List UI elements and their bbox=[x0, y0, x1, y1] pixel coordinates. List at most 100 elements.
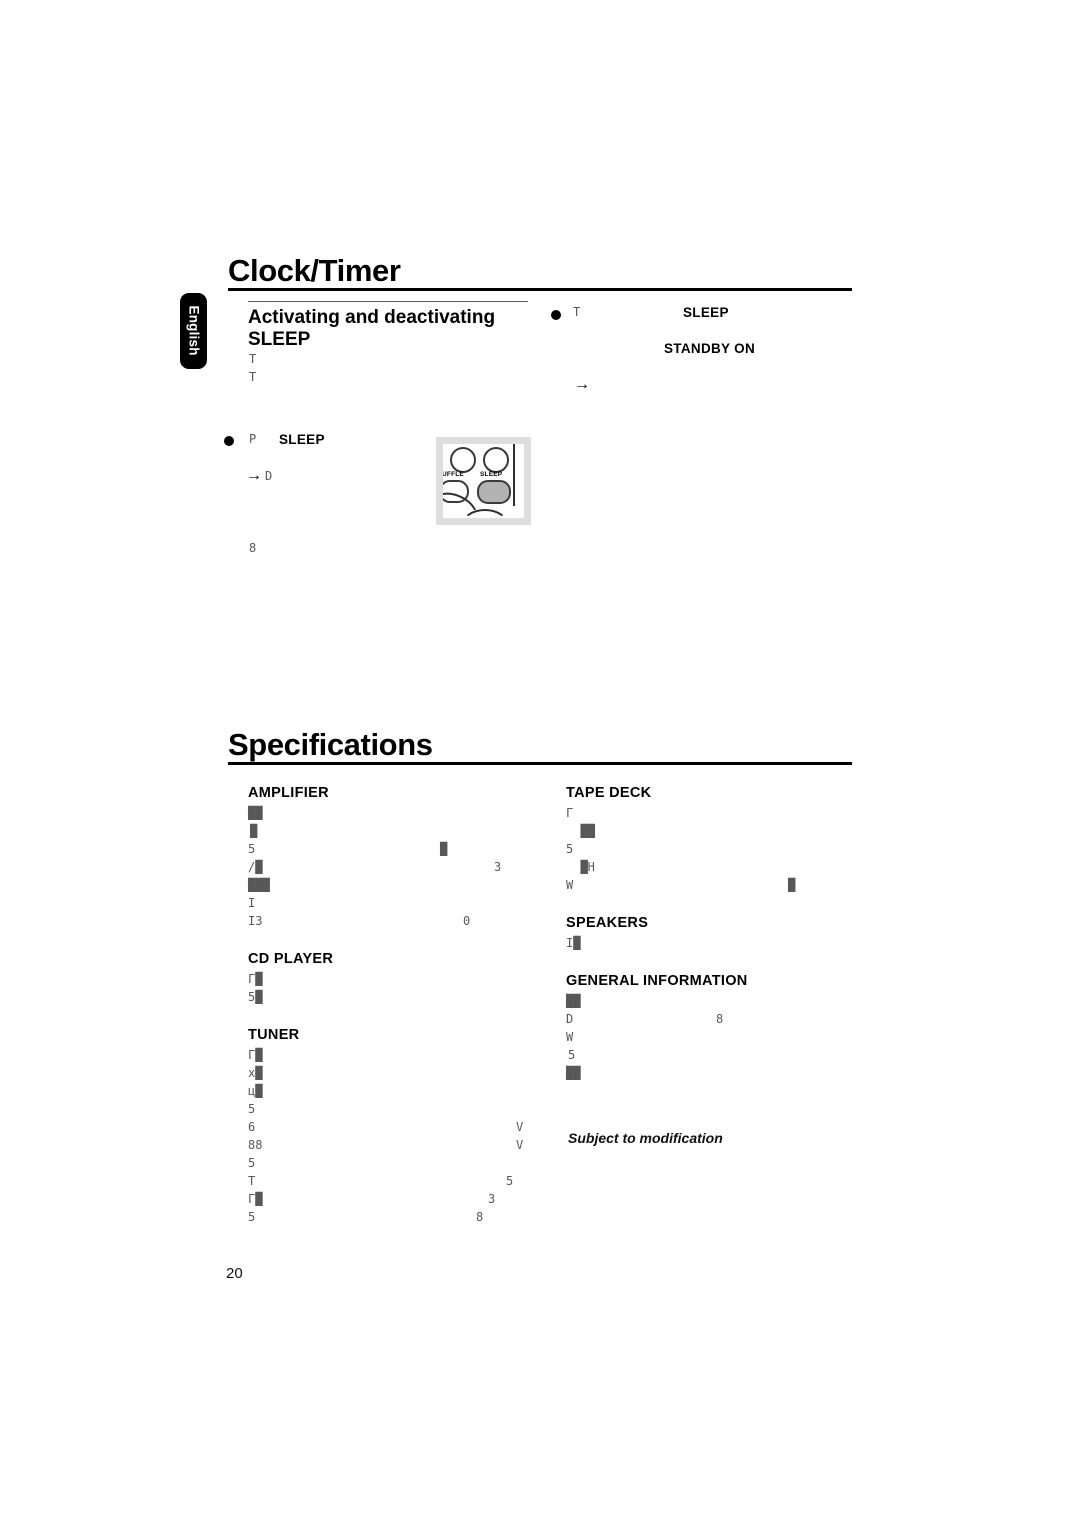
remote-label-sleep: SLEEP bbox=[480, 471, 503, 478]
label-standby-on: STANDBY ON bbox=[664, 341, 756, 356]
spec-cell-left: /█ bbox=[248, 860, 263, 874]
body-fragment: T bbox=[249, 352, 257, 366]
spec-row: ██ bbox=[248, 807, 548, 825]
spec-heading-cd-player: CD PLAYER bbox=[248, 951, 334, 967]
spec-cell-left: х█ bbox=[248, 1066, 263, 1080]
spec-row: ц█ bbox=[248, 1085, 548, 1103]
spec-cell-right: █ bbox=[788, 878, 796, 892]
spec-cell-left: Г█ bbox=[248, 1048, 263, 1062]
section-heading-line-1: Activating and deactivating bbox=[248, 307, 496, 328]
remote-knob-right-icon bbox=[483, 447, 509, 473]
spec-row: █ bbox=[248, 825, 548, 843]
spec-cell-left: ██ bbox=[248, 806, 263, 820]
remote-edge-line bbox=[513, 444, 515, 506]
spec-cell-left: 5 bbox=[248, 1210, 256, 1224]
spec-row: Г bbox=[566, 807, 856, 825]
spec-cell-mid: 8 bbox=[716, 1012, 724, 1026]
spec-cell-left: ██ bbox=[566, 994, 581, 1008]
spec-heading-amplifier: AMPLIFIER bbox=[248, 785, 329, 801]
spec-row: T 5 bbox=[248, 1175, 548, 1193]
spec-heading-tuner: TUNER bbox=[248, 1027, 300, 1043]
spec-rows-speakers: I█ bbox=[566, 937, 856, 955]
spec-cell-right: V bbox=[516, 1138, 524, 1152]
arrow-icon: → bbox=[246, 467, 262, 484]
spec-cell-left: 5 bbox=[248, 1156, 256, 1170]
page-number: 20 bbox=[226, 1265, 243, 1282]
spec-cell-left: W bbox=[566, 878, 574, 892]
spec-cell-left: W bbox=[566, 1030, 574, 1044]
spec-cell-left: ██ bbox=[566, 1066, 581, 1080]
footnote-subject-to-modification: Subject to modification bbox=[568, 1130, 723, 1146]
spec-cell-left: ███ bbox=[248, 878, 270, 892]
spec-cell-left: 5 bbox=[566, 842, 574, 856]
spec-rows-tape-deck: Г ██ 5 █Η W █ bbox=[566, 807, 856, 897]
chapter-rule-clock-timer bbox=[228, 288, 852, 291]
spec-row: ███ bbox=[248, 879, 548, 897]
spec-row: 5█ bbox=[248, 991, 548, 1009]
chapter-rule-specifications bbox=[228, 762, 852, 765]
spec-rows-general-information: ██ D 8 W 5 ██ bbox=[566, 995, 856, 1085]
spec-cell-right: 3 bbox=[494, 860, 502, 874]
spec-row: 5 8 bbox=[248, 1211, 548, 1229]
spec-row: 6 V bbox=[248, 1121, 548, 1139]
remote-control-figure: UFFLE SLEEP bbox=[436, 437, 531, 525]
spec-row: 5 bbox=[248, 1157, 548, 1175]
spec-cell-left: 5 bbox=[248, 842, 256, 856]
bullet-label-sleep: SLEEP bbox=[279, 432, 325, 447]
chapter-title-clock-timer: Clock/Timer bbox=[228, 253, 401, 288]
body-fragment: 8 bbox=[249, 541, 257, 555]
body-fragment: T bbox=[249, 370, 257, 384]
spec-row: W bbox=[566, 1031, 856, 1049]
spec-cell-left: 5█ bbox=[248, 990, 263, 1004]
spec-cell-left: I█ bbox=[566, 936, 581, 950]
bullet-fragment: T bbox=[573, 305, 581, 319]
spec-rows-amplifier: ██ █ 5 █ /█ 3 ███ I I3 0 bbox=[248, 807, 548, 933]
spec-row: W █ bbox=[566, 879, 856, 897]
spec-rows-cd-player: Г█ 5█ bbox=[248, 973, 548, 1009]
spec-row: ██ bbox=[566, 1067, 856, 1085]
spec-rows-tuner: Г█ х█ ц█ 5 6 V 88 V 5 T 5 Г█ 3 5 8 bbox=[248, 1049, 548, 1229]
spec-cell-left: Г█ bbox=[248, 972, 263, 986]
spec-cell-left: Г bbox=[566, 806, 574, 820]
manual-page: Clock/Timer English Activating and deact… bbox=[0, 0, 1080, 1528]
spec-cell-left: 6 bbox=[248, 1120, 256, 1134]
spec-row: ██ bbox=[566, 825, 856, 843]
language-tab-label: English bbox=[186, 305, 201, 356]
sub-fragment: D bbox=[265, 469, 273, 483]
spec-row: ██ bbox=[566, 995, 856, 1013]
spec-cell-left: D bbox=[566, 1012, 574, 1026]
spec-row: 5 bbox=[566, 843, 856, 861]
spec-row: 5 bbox=[248, 1103, 548, 1121]
spec-cell-left: ██ bbox=[566, 824, 595, 838]
spec-row: I3 0 bbox=[248, 915, 548, 933]
chapter-title-specifications: Specifications bbox=[228, 727, 433, 762]
bullet-fragment: P bbox=[249, 432, 257, 446]
label-sleep: SLEEP bbox=[683, 305, 729, 320]
section-rule bbox=[248, 301, 528, 302]
spec-row: I bbox=[248, 897, 548, 915]
language-tab-english: English bbox=[180, 293, 207, 369]
spec-heading-general-information: GENERAL INFORMATION bbox=[566, 973, 748, 989]
spec-row: Г█ bbox=[248, 973, 548, 991]
spec-row: Г█ bbox=[248, 1049, 548, 1067]
spec-cell-right: 3 bbox=[488, 1192, 496, 1206]
remote-knob-left-icon bbox=[450, 447, 476, 473]
spec-row: Г█ 3 bbox=[248, 1193, 548, 1211]
arrow-icon: → bbox=[574, 376, 590, 393]
spec-cell-left: 5 bbox=[568, 1048, 576, 1062]
section-heading-line-2: SLEEP bbox=[248, 328, 311, 350]
bullet-point bbox=[551, 310, 561, 320]
spec-cell-left: 88 bbox=[248, 1138, 263, 1152]
spec-row: 5 bbox=[566, 1049, 856, 1067]
spec-cell-right: V bbox=[516, 1120, 524, 1134]
spec-cell-left: ц█ bbox=[248, 1084, 263, 1098]
spec-cell-left: I bbox=[248, 896, 256, 910]
spec-row: 5 █ bbox=[248, 843, 548, 861]
spec-cell-left: I3 bbox=[248, 914, 263, 928]
spec-cell-left: T bbox=[248, 1174, 256, 1188]
spec-cell-mid: █ bbox=[440, 842, 448, 856]
remote-label-shuffle: UFFLE bbox=[442, 471, 464, 478]
section-heading: Activating and deactivating SLEEP bbox=[248, 307, 548, 351]
spec-row: /█ 3 bbox=[248, 861, 548, 879]
spec-row: █Η bbox=[566, 861, 856, 879]
